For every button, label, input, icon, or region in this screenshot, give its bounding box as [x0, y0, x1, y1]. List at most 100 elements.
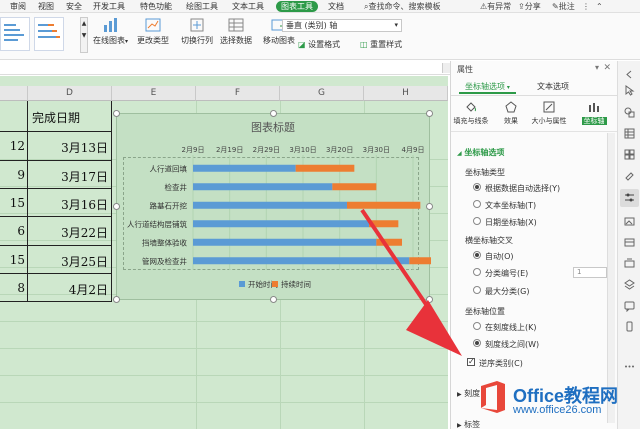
radio-on-tick-label[interactable]: 在刻度线上(K): [485, 322, 537, 333]
bar-start-time[interactable]: [193, 220, 369, 228]
more-icon[interactable]: [624, 361, 635, 372]
cell-date[interactable]: 3月17日: [28, 168, 108, 185]
table-icon[interactable]: [624, 128, 635, 139]
column-header-h[interactable]: H: [364, 86, 448, 101]
fill-line-category[interactable]: 填充与线条: [453, 100, 489, 126]
select-data-button[interactable]: 选择数据: [220, 17, 252, 46]
tab-text-options[interactable]: 文本选项: [531, 80, 575, 94]
reverse-categories-label[interactable]: 逆序类别(C): [479, 358, 523, 369]
chevron-left-icon[interactable]: [624, 69, 635, 80]
gantt-chart[interactable]: 图表标题 2月9日 2月19日 2月29日 3月10日 3月20日 3月30日 4月9日 人行…: [113, 110, 433, 303]
radio-auto-select[interactable]: [473, 183, 481, 191]
column-header-g[interactable]: G: [280, 86, 364, 101]
menu-tab-features[interactable]: 特色功能: [140, 1, 172, 12]
chat-icon[interactable]: [624, 301, 635, 312]
menu-tab-chart-tools[interactable]: 图表工具: [276, 1, 318, 12]
menu-tab-document[interactable]: 文档: [328, 1, 344, 12]
menu-tab-drawing[interactable]: 绘图工具: [186, 1, 218, 12]
cell-value[interactable]: 12: [0, 139, 25, 153]
radio-text-axis[interactable]: [473, 200, 481, 208]
share-button[interactable]: ⇪分享: [518, 1, 541, 12]
pin-icon[interactable]: ▾: [595, 63, 599, 72]
column-header-c[interactable]: [0, 86, 28, 101]
radio-auto-select-label[interactable]: 根据数据自动选择(Y): [485, 183, 560, 194]
image-icon[interactable]: [624, 216, 635, 227]
column-header-f[interactable]: F: [196, 86, 280, 101]
radio-cross-auto[interactable]: [473, 251, 481, 259]
sliders-icon[interactable]: [624, 192, 635, 203]
legend-label-duration[interactable]: 持续时间: [281, 279, 311, 289]
mobile-icon[interactable]: [624, 321, 635, 332]
box-icon[interactable]: [624, 237, 635, 248]
paint-icon[interactable]: [624, 170, 635, 181]
radio-max-category-label[interactable]: 最大分类(G): [485, 286, 529, 297]
category-number-input[interactable]: 1: [573, 267, 607, 278]
bar-duration[interactable]: [347, 201, 421, 209]
chart-style-gallery[interactable]: [0, 17, 80, 53]
radio-max-category[interactable]: [473, 286, 481, 294]
more-icon[interactable]: ⋮: [582, 1, 590, 12]
cell-value[interactable]: 6: [0, 224, 25, 238]
legend-swatch-start[interactable]: [239, 281, 245, 287]
reverse-categories-checkbox[interactable]: ✓: [467, 358, 475, 366]
bar-duration[interactable]: [295, 164, 355, 172]
bar-duration[interactable]: [409, 257, 431, 265]
bar-start-time[interactable]: [193, 257, 410, 265]
menu-tab-review[interactable]: 审阅: [10, 1, 26, 12]
section-ticks[interactable]: ▶ 刻度: [457, 388, 480, 399]
collapse-ribbon-icon[interactable]: ⌃: [596, 1, 603, 12]
column-header-d[interactable]: D: [28, 86, 112, 101]
stack-icon[interactable]: [624, 279, 635, 290]
axis-category[interactable]: 坐标轴: [576, 100, 612, 126]
radio-date-axis[interactable]: [473, 217, 481, 225]
chart-style-thumb[interactable]: [34, 17, 64, 51]
section-labels[interactable]: ▶ 标签: [457, 419, 480, 430]
search-command[interactable]: ⌕查找命令、搜索模板: [364, 1, 440, 12]
legend-swatch-duration[interactable]: [272, 281, 278, 287]
card-icon[interactable]: [624, 258, 635, 269]
cell-date[interactable]: 3月25日: [28, 253, 108, 270]
radio-cross-auto-label[interactable]: 自动(O): [485, 251, 514, 262]
effects-category[interactable]: 效果: [493, 100, 529, 126]
bar-start-time[interactable]: [193, 201, 347, 209]
radio-category-number[interactable]: [473, 268, 481, 276]
bar-start-time[interactable]: [193, 183, 333, 191]
menu-tab-developer[interactable]: 开发工具: [93, 1, 125, 12]
scrollbar[interactable]: [442, 63, 450, 73]
cell-date[interactable]: 3月22日: [28, 224, 108, 241]
radio-category-number-label[interactable]: 分类编号(E): [485, 268, 528, 279]
bar-duration[interactable]: [332, 183, 377, 191]
exception-button[interactable]: ⚠有异常: [480, 1, 511, 12]
change-type-button[interactable]: 更改类型: [137, 17, 169, 46]
set-format-button[interactable]: ◪ 设置格式: [298, 39, 340, 50]
bar-start-time[interactable]: [193, 238, 377, 246]
menu-tab-view[interactable]: 视图: [38, 1, 54, 12]
chart-element-select[interactable]: 垂直 (类别) 轴 ▾: [282, 19, 402, 32]
switch-row-col-button[interactable]: 切换行列: [181, 17, 213, 46]
cell-value[interactable]: 9: [0, 168, 25, 182]
shapes-icon[interactable]: [624, 107, 635, 118]
cell-value[interactable]: 15: [0, 196, 25, 210]
gallery-scroll[interactable]: ▲ ▼: [80, 17, 88, 53]
radio-between-tick-label[interactable]: 刻度线之间(W): [485, 339, 539, 350]
chart-style-thumb[interactable]: [0, 17, 30, 51]
cell-date[interactable]: 3月16日: [28, 196, 108, 213]
menu-tab-security[interactable]: 安全: [66, 1, 82, 12]
formula-bar[interactable]: [0, 61, 450, 75]
online-chart-button[interactable]: 在线图表▾: [93, 17, 128, 46]
grid-icon[interactable]: [624, 149, 635, 160]
cell-value[interactable]: 15: [0, 253, 25, 267]
cell-d-header[interactable]: 完成日期: [32, 109, 80, 126]
cell-date[interactable]: 4月2日: [28, 281, 108, 298]
radio-on-tick[interactable]: [473, 322, 481, 330]
radio-date-axis-label[interactable]: 日期坐标轴(X): [485, 217, 537, 228]
reset-style-button[interactable]: ◫ 重置样式: [360, 39, 402, 50]
comment-button[interactable]: ✎批注: [552, 1, 575, 12]
bar-duration[interactable]: [369, 220, 399, 228]
cell-date[interactable]: 3月13日: [28, 139, 108, 156]
radio-between-tick[interactable]: [473, 339, 481, 347]
size-properties-category[interactable]: 大小与属性: [531, 100, 567, 126]
cell-value[interactable]: 8: [0, 281, 25, 295]
tab-axis-options[interactable]: 坐标轴选项 ▾: [459, 80, 516, 94]
menu-tab-text[interactable]: 文本工具: [232, 1, 264, 12]
